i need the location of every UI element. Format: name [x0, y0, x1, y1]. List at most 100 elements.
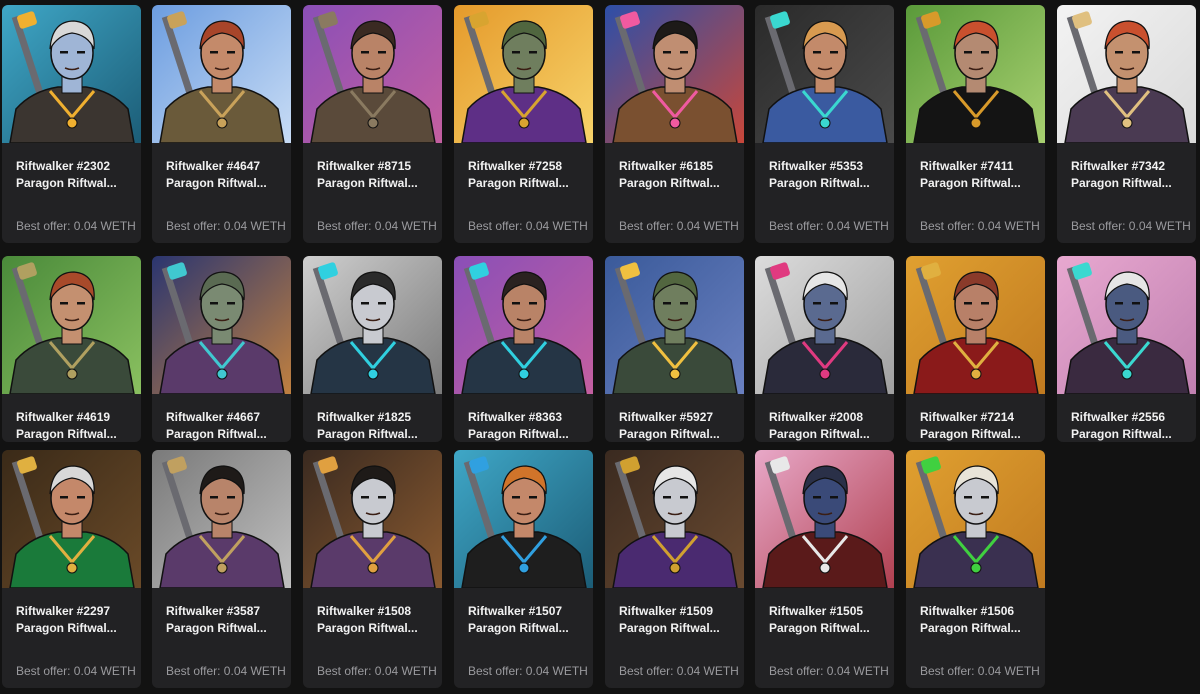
nft-title: Riftwalker #4647 — [166, 159, 261, 173]
nft-card-info: Riftwalker #4619 Paragon Riftwal... — [2, 409, 141, 442]
nft-collection-name: Paragon Riftwal... — [16, 427, 117, 441]
best-offer-label: Best offer: 0.04 WETH — [769, 219, 889, 233]
nft-card[interactable]: Riftwalker #4667 Paragon Riftwal... — [152, 256, 291, 442]
nft-card[interactable]: Riftwalker #6185 Paragon Riftwal... Best o… — [605, 5, 744, 243]
best-offer-label: Best offer: 0.04 WETH — [619, 664, 739, 678]
nft-collection-name: Paragon Riftwal... — [769, 427, 870, 441]
best-offer-label: Best offer: 0.04 WETH — [769, 664, 889, 678]
nft-artwork-image — [152, 450, 291, 588]
nft-card[interactable]: Riftwalker #4619 Paragon Riftwal... — [2, 256, 141, 442]
nft-collection-name: Paragon Riftwal... — [16, 176, 117, 190]
nft-artwork-image — [454, 256, 593, 394]
nft-artwork-image — [755, 450, 894, 588]
nft-artwork-image — [1057, 5, 1196, 143]
nft-artwork-image — [906, 256, 1045, 394]
nft-title: Riftwalker #1508 — [317, 604, 412, 618]
nft-card[interactable]: Riftwalker #7411 Paragon Riftwal... Best o… — [906, 5, 1045, 243]
nft-card-info: Riftwalker #7342 Paragon Riftwal... Best o… — [1057, 158, 1196, 234]
nft-artwork-image — [2, 256, 141, 394]
nft-card[interactable]: Riftwalker #4647 Paragon Riftwal... Best o… — [152, 5, 291, 243]
nft-card[interactable]: Riftwalker #1506 Paragon Riftwal... Best o… — [906, 450, 1045, 688]
best-offer-label: Best offer: 0.04 WETH — [1071, 219, 1191, 233]
nft-card-info: Riftwalker #7214 Paragon Riftwal... — [906, 409, 1045, 442]
nft-card[interactable]: Riftwalker #1509 Paragon Riftwal... Best o… — [605, 450, 744, 688]
nft-card[interactable]: Riftwalker #2297 Paragon Riftwal... Best o… — [2, 450, 141, 688]
nft-card[interactable]: Riftwalker #5353 Paragon Riftwal... Best o… — [755, 5, 894, 243]
nft-title: Riftwalker #1505 — [769, 604, 864, 618]
nft-title: Riftwalker #8715 — [317, 159, 412, 173]
nft-title: Riftwalker #2302 — [16, 159, 111, 173]
nft-card-info: Riftwalker #7411 Paragon Riftwal... Best o… — [906, 158, 1045, 234]
nft-artwork-image — [152, 5, 291, 143]
nft-card[interactable]: Riftwalker #8715 Paragon Riftwal... Best o… — [303, 5, 442, 243]
nft-card[interactable]: Riftwalker #2008 Paragon Riftwal... — [755, 256, 894, 442]
nft-card-info: Riftwalker #1505 Paragon Riftwal... Best o… — [755, 603, 894, 679]
nft-card-info: Riftwalker #1506 Paragon Riftwal... Best o… — [906, 603, 1045, 679]
nft-card[interactable]: Riftwalker #7258 Paragon Riftwal... Best o… — [454, 5, 593, 243]
nft-title: Riftwalker #2556 — [1071, 410, 1166, 424]
nft-collection-name: Paragon Riftwal... — [619, 427, 720, 441]
nft-artwork-image — [2, 5, 141, 143]
nft-collection-name: Paragon Riftwal... — [769, 621, 870, 635]
nft-card[interactable]: Riftwalker #2556 Paragon Riftwal... — [1057, 256, 1196, 442]
nft-card[interactable]: Riftwalker #3587 Paragon Riftwal... Best o… — [152, 450, 291, 688]
nft-collection-name: Paragon Riftwal... — [468, 176, 569, 190]
nft-artwork-image — [906, 450, 1045, 588]
nft-title: Riftwalker #4667 — [166, 410, 261, 424]
nft-title: Riftwalker #1507 — [468, 604, 563, 618]
nft-card[interactable]: Riftwalker #8363 Paragon Riftwal... — [454, 256, 593, 442]
nft-collection-name: Paragon Riftwal... — [769, 176, 870, 190]
nft-title: Riftwalker #4619 — [16, 410, 111, 424]
best-offer-label: Best offer: 0.04 WETH — [920, 219, 1040, 233]
nft-card[interactable]: Riftwalker #7214 Paragon Riftwal... — [906, 256, 1045, 442]
nft-title: Riftwalker #8363 — [468, 410, 563, 424]
nft-collection-name: Paragon Riftwal... — [317, 176, 418, 190]
nft-card-info: Riftwalker #1509 Paragon Riftwal... Best o… — [605, 603, 744, 679]
best-offer-label: Best offer: 0.04 WETH — [317, 664, 437, 678]
nft-card[interactable]: Riftwalker #1507 Paragon Riftwal... Best o… — [454, 450, 593, 688]
nft-artwork-image — [303, 256, 442, 394]
nft-artwork-image — [454, 5, 593, 143]
nft-title: Riftwalker #2008 — [769, 410, 864, 424]
nft-artwork-image — [303, 5, 442, 143]
nft-card[interactable]: Riftwalker #1505 Paragon Riftwal... Best o… — [755, 450, 894, 688]
nft-card[interactable]: Riftwalker #1508 Paragon Riftwal... Best o… — [303, 450, 442, 688]
nft-title: Riftwalker #7214 — [920, 410, 1015, 424]
nft-collection-name: Paragon Riftwal... — [1071, 427, 1172, 441]
nft-card[interactable]: Riftwalker #5927 Paragon Riftwal... — [605, 256, 744, 442]
nft-card-info: Riftwalker #7258 Paragon Riftwal... Best o… — [454, 158, 593, 234]
nft-collection-name: Paragon Riftwal... — [920, 621, 1021, 635]
nft-title: Riftwalker #1509 — [619, 604, 714, 618]
nft-artwork-image — [1057, 256, 1196, 394]
nft-card[interactable]: Riftwalker #2302 Paragon Riftwal... Best o… — [2, 5, 141, 243]
nft-collection-name: Paragon Riftwal... — [1071, 176, 1172, 190]
nft-title: Riftwalker #2297 — [16, 604, 111, 618]
nft-card-info: Riftwalker #2297 Paragon Riftwal... Best o… — [2, 603, 141, 679]
nft-card-info: Riftwalker #6185 Paragon Riftwal... Best o… — [605, 158, 744, 234]
nft-collection-name: Paragon Riftwal... — [166, 176, 267, 190]
nft-card-info: Riftwalker #1507 Paragon Riftwal... Best o… — [454, 603, 593, 679]
best-offer-label: Best offer: 0.04 WETH — [317, 219, 437, 233]
nft-card-info: Riftwalker #3587 Paragon Riftwal... Best o… — [152, 603, 291, 679]
nft-collection-name: Paragon Riftwal... — [317, 427, 418, 441]
nft-collection-name: Paragon Riftwal... — [920, 176, 1021, 190]
nft-artwork-image — [605, 5, 744, 143]
nft-card-info: Riftwalker #2556 Paragon Riftwal... — [1057, 409, 1196, 442]
best-offer-label: Best offer: 0.04 WETH — [468, 664, 588, 678]
nft-card-info: Riftwalker #2008 Paragon Riftwal... — [755, 409, 894, 442]
nft-title: Riftwalker #1506 — [920, 604, 1015, 618]
nft-collection-name: Paragon Riftwal... — [166, 427, 267, 441]
nft-card-info: Riftwalker #5353 Paragon Riftwal... Best o… — [755, 158, 894, 234]
nft-artwork-image — [2, 450, 141, 588]
nft-artwork-image — [755, 256, 894, 394]
nft-artwork-image — [605, 450, 744, 588]
nft-collection-name: Paragon Riftwal... — [920, 427, 1021, 441]
nft-artwork-image — [454, 450, 593, 588]
nft-card-info: Riftwalker #1825 Paragon Riftwal... — [303, 409, 442, 442]
nft-card[interactable]: Riftwalker #7342 Paragon Riftwal... Best o… — [1057, 5, 1196, 243]
nft-collection-name: Paragon Riftwal... — [619, 176, 720, 190]
best-offer-label: Best offer: 0.04 WETH — [16, 219, 136, 233]
nft-artwork-image — [303, 450, 442, 588]
nft-card[interactable]: Riftwalker #1825 Paragon Riftwal... — [303, 256, 442, 442]
nft-title: Riftwalker #7342 — [1071, 159, 1166, 173]
